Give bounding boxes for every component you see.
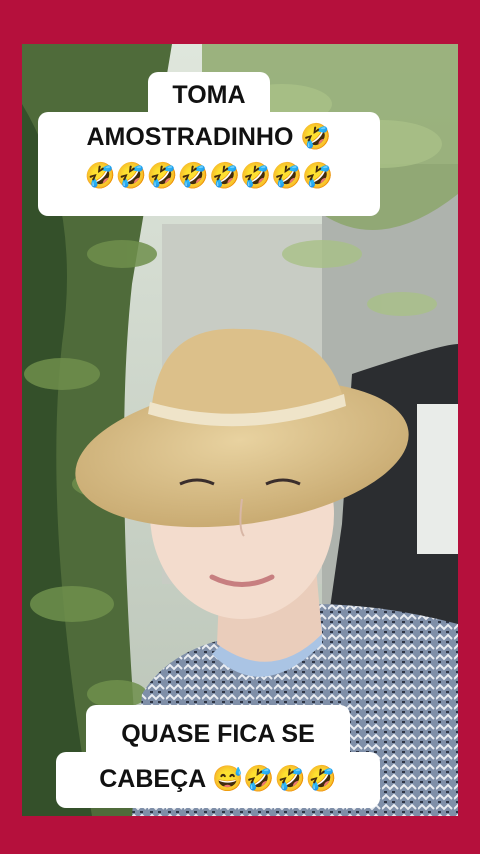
caption-top-line2: AMOSTRADINHO 🤣 (86, 123, 332, 151)
caption-top-line3: 🤣🤣🤣🤣🤣🤣🤣🤣 (84, 162, 334, 191)
caption-top-box-2: AMOSTRADINHO 🤣 🤣🤣🤣🤣🤣🤣🤣🤣 (38, 112, 380, 216)
caption-bottom-box-2: CABEÇA 😅🤣🤣🤣 (56, 752, 380, 808)
caption-bottom-line2: CABEÇA 😅🤣🤣🤣 (99, 765, 337, 793)
